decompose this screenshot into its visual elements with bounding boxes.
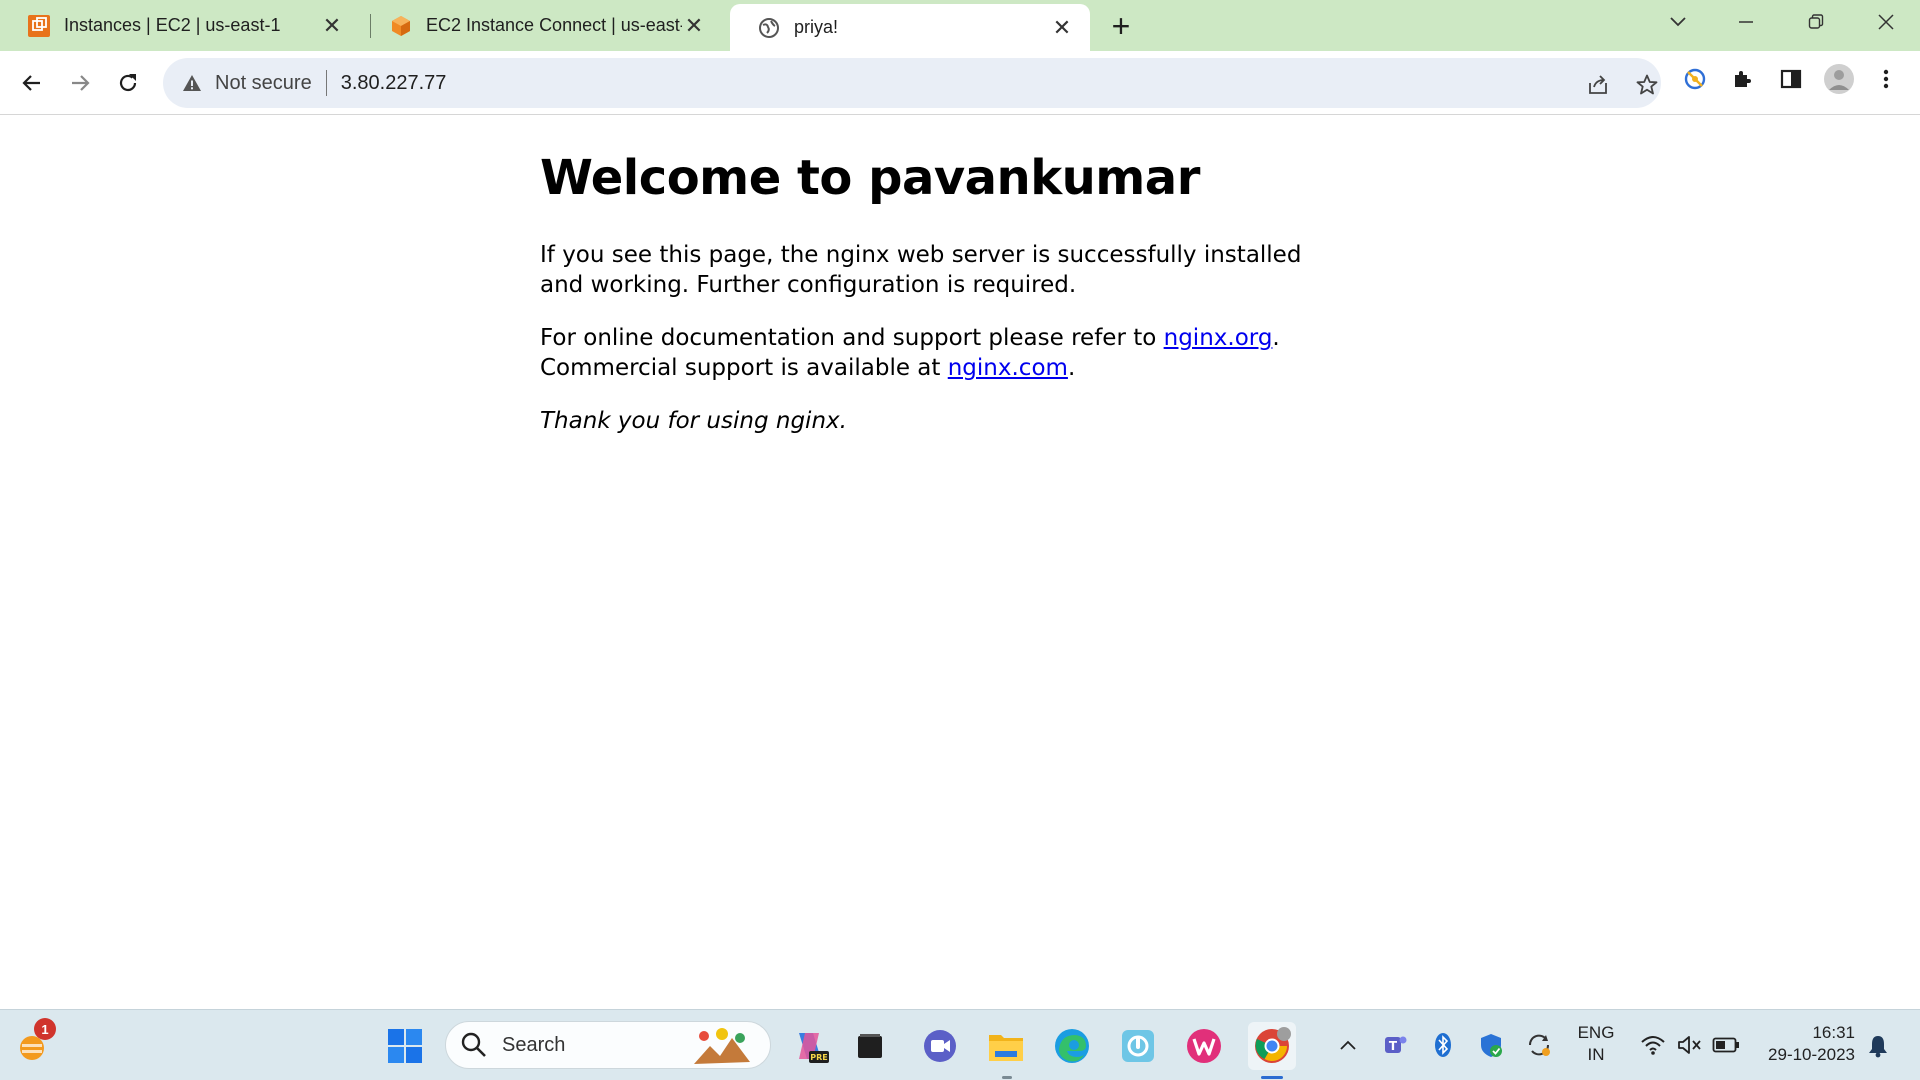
menu-kebab-icon[interactable] [1870, 63, 1902, 95]
nginx-welcome-page: Welcome to pavankumar If you see this pa… [540, 150, 1320, 459]
tab-title: priya! [794, 17, 839, 37]
tab-search-chevron-icon[interactable] [1648, 0, 1708, 44]
show-hidden-icons-chevron[interactable] [1336, 1030, 1360, 1060]
search-placeholder: Search [502, 1033, 566, 1056]
system-clock[interactable]: 16:31 29-10-2023 [1755, 1022, 1855, 1066]
warning-icon [183, 75, 201, 91]
address-bar[interactable]: Not secure 3.80.227.77 [163, 58, 1661, 108]
task-view-icon[interactable] [848, 1024, 892, 1068]
running-indicator [1002, 1076, 1012, 1079]
notification-bell-icon[interactable] [1862, 1030, 1894, 1062]
side-panel-icon[interactable] [1775, 63, 1807, 95]
support-paragraph: For online documentation and support ple… [540, 323, 1320, 383]
minimize-button[interactable] [1716, 0, 1776, 44]
forward-arrow-icon [72, 75, 90, 91]
tab-strip: Instances | EC2 | us-east-1 ✕ EC2 Instan… [0, 0, 1920, 51]
wifi-icon[interactable] [1638, 1030, 1668, 1060]
close-window-button[interactable] [1856, 0, 1916, 44]
extensions-puzzle-icon[interactable] [1727, 63, 1759, 95]
search-icon [461, 1032, 486, 1057]
globe-icon [758, 17, 780, 39]
sync-icon[interactable] [1524, 1030, 1554, 1060]
bookmark-star-icon[interactable] [1632, 70, 1662, 100]
commercial-punct: . [1067, 355, 1076, 381]
browser-toolbar: Not secure 3.80.227.77 [0, 51, 1920, 115]
extension-icon[interactable] [1679, 63, 1711, 95]
svg-text:T: T [1389, 1039, 1398, 1053]
tab-priya[interactable]: priya! ✕ [730, 4, 1090, 51]
close-tab-icon[interactable]: ✕ [682, 13, 706, 38]
thanks-paragraph: Thank you for using nginx. [540, 406, 1320, 436]
forward-button[interactable] [60, 63, 100, 103]
close-tab-icon[interactable]: ✕ [320, 13, 344, 38]
security-status-label[interactable]: Not secure [215, 72, 312, 95]
copilot-preview-icon[interactable]: PRE [788, 1024, 832, 1068]
profile-avatar[interactable] [1823, 63, 1855, 95]
region-code: IN [1587, 1045, 1605, 1064]
tab-title: Instances | EC2 | us-east-1 [64, 15, 281, 35]
tab-instances-ec2[interactable]: Instances | EC2 | us-east-1 ✕ [0, 0, 360, 51]
commercial-text: Commercial support is available at [540, 355, 948, 381]
notification-count-badge: 1 [34, 1018, 56, 1040]
reload-button[interactable] [108, 63, 148, 103]
wps-office-icon[interactable] [1182, 1024, 1226, 1068]
security-shield-icon[interactable] [1476, 1030, 1506, 1060]
url-text[interactable]: 3.80.227.77 [341, 72, 447, 95]
chrome-taskbar-icon[interactable] [1248, 1022, 1296, 1070]
close-tab-icon[interactable]: ✕ [1050, 15, 1074, 40]
battery-icon[interactable] [1710, 1030, 1742, 1060]
app-launcher-icon[interactable] [1116, 1024, 1160, 1068]
thanks-text: Thank you for using nginx. [540, 408, 847, 434]
language-code: ENG [1577, 1023, 1615, 1042]
clock-time: 16:31 [1812, 1023, 1855, 1042]
nginx-org-link[interactable]: nginx.org [1164, 325, 1273, 351]
tab-ec2-instance-connect[interactable]: EC2 Instance Connect | us-east-1 ✕ [362, 0, 722, 51]
taskbar-search-box[interactable]: Search [445, 1021, 771, 1069]
aws-ec2-icon [28, 14, 50, 37]
intro-paragraph: If you see this page, the nginx web serv… [540, 242, 1302, 298]
back-arrow-icon [22, 75, 40, 91]
bluetooth-icon[interactable] [1428, 1030, 1458, 1060]
support-punct: . [1272, 325, 1280, 351]
volume-muted-icon[interactable] [1674, 1030, 1704, 1060]
teams-tray-icon[interactable]: T [1380, 1030, 1410, 1060]
reload-icon [119, 74, 137, 92]
share-icon[interactable] [1583, 70, 1613, 100]
clock-date: 29-10-2023 [1768, 1045, 1855, 1064]
windows-start-icon[interactable] [383, 1024, 427, 1068]
windows-taskbar: Search PRE T ENG IN 16:31 29-10-2023 [0, 1009, 1920, 1080]
nginx-com-link[interactable]: nginx.com [948, 355, 1068, 381]
back-button[interactable] [12, 63, 52, 103]
active-app-indicator [1261, 1076, 1283, 1079]
page-heading: Welcome to pavankumar [540, 150, 1200, 206]
search-highlight-image [694, 1028, 750, 1064]
edge-browser-icon[interactable] [1050, 1024, 1094, 1068]
file-explorer-icon[interactable] [984, 1024, 1028, 1068]
omnibox-divider [325, 70, 327, 96]
teams-meet-icon[interactable] [918, 1024, 962, 1068]
support-text: For online documentation and support ple… [540, 325, 1164, 351]
aws-cube-icon [390, 15, 412, 37]
new-tab-button[interactable]: + [1104, 8, 1138, 44]
input-language-indicator[interactable]: ENG IN [1575, 1022, 1617, 1066]
restore-button[interactable] [1786, 0, 1846, 44]
tab-title: EC2 Instance Connect | us-east-1 [426, 15, 682, 35]
svg-text:PRE: PRE [810, 1053, 828, 1062]
